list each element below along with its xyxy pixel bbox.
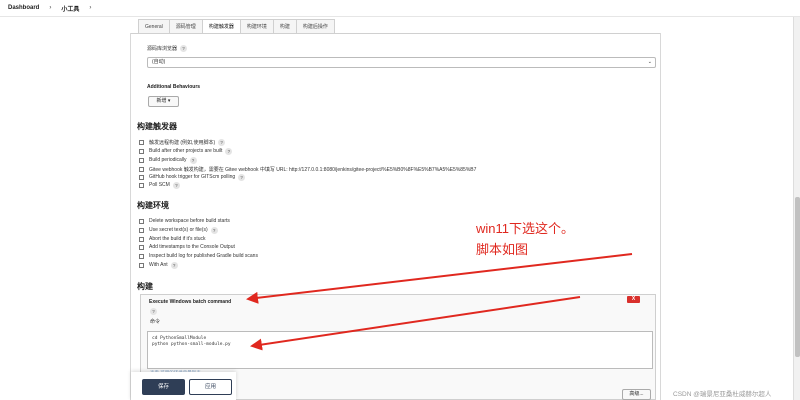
section-title-build-triggers: 构建触发器: [137, 122, 177, 131]
help-icon[interactable]: ?: [225, 147, 233, 155]
trigger-after-other-projects[interactable]: Build after other projects are built?: [139, 147, 233, 155]
breadcrumb-separator-icon: ›: [89, 5, 92, 11]
save-button[interactable]: 保存: [142, 379, 185, 395]
tab-build[interactable]: 构建: [272, 19, 297, 34]
page-scrollbar[interactable]: [793, 17, 800, 400]
scrollbar-thumb[interactable]: [795, 197, 800, 357]
section-title-build: 构建: [137, 282, 153, 291]
help-icon[interactable]: ?: [210, 226, 218, 234]
tab-scm[interactable]: 源码管理: [168, 19, 203, 34]
command-textarea[interactable]: cd PythonSmallModule python python-small…: [147, 331, 653, 369]
trigger-poll-scm[interactable]: Poll SCM?: [139, 181, 180, 189]
additional-behaviours-label: Additional Behaviours: [147, 84, 201, 90]
scm-browser-label: 源码库浏览器?: [147, 45, 188, 53]
breadcrumb-separator-icon: ›: [49, 5, 52, 11]
checkbox[interactable]: [139, 182, 144, 188]
env-with-ant[interactable]: With Ant?: [139, 261, 178, 269]
env-timestamps[interactable]: Add timestamps to the Console Output: [139, 243, 235, 251]
checkbox[interactable]: [139, 236, 144, 242]
checkbox[interactable]: [139, 166, 144, 172]
checkbox[interactable]: [139, 262, 144, 268]
trigger-gitee-webhook[interactable]: Gitee webhook 触发构建，需要在 Gitee webhook 中填写…: [139, 165, 476, 173]
checkbox[interactable]: [139, 227, 144, 233]
help-icon[interactable]: ?: [180, 45, 188, 53]
help-icon[interactable]: ?: [172, 181, 180, 189]
tab-post-build[interactable]: 构建后操作: [295, 19, 335, 34]
checkbox[interactable]: [139, 148, 144, 154]
checkbox[interactable]: [139, 174, 144, 180]
tab-divider: [130, 33, 661, 34]
checkbox[interactable]: [139, 244, 144, 250]
panel-border-right: [660, 33, 661, 400]
env-delete-workspace[interactable]: Delete workspace before build starts: [139, 217, 230, 225]
apply-button[interactable]: 应用: [189, 379, 232, 395]
breadcrumb-dashboard[interactable]: Dashboard: [8, 5, 39, 11]
breadcrumb-project[interactable]: 小工具: [61, 4, 79, 13]
env-abort-stuck[interactable]: Abort the build if it's stuck: [139, 235, 206, 243]
command-line: python python-small-module.py: [152, 342, 231, 347]
help-icon[interactable]: ?: [218, 138, 226, 146]
tab-general[interactable]: General: [138, 19, 170, 34]
help-icon[interactable]: ?: [150, 308, 157, 315]
checkbox[interactable]: [139, 218, 144, 224]
annotation-text: win11下选这个。 脚本如图: [476, 221, 575, 257]
delete-step-button[interactable]: X: [627, 296, 640, 303]
checkbox[interactable]: [139, 139, 144, 145]
tab-build-triggers[interactable]: 构建触发器: [201, 19, 241, 34]
section-title-build-environment: 构建环境: [137, 201, 169, 210]
scm-browser-select[interactable]: (自动) ⌄: [147, 57, 656, 68]
chevron-down-icon: ⌄: [647, 59, 652, 65]
trigger-remote[interactable]: 触发远程构建 (例如,使用脚本)?: [139, 138, 226, 146]
add-behaviour-button[interactable]: 新增 ▾: [148, 96, 179, 107]
advanced-button[interactable]: 高级...: [622, 389, 651, 400]
env-secret-text[interactable]: Use secret text(s) or file(s)?: [139, 226, 218, 234]
help-icon[interactable]: ?: [170, 261, 178, 269]
trigger-github-hook[interactable]: GitHub hook trigger for GITScm polling?: [139, 173, 246, 181]
help-icon[interactable]: ?: [238, 173, 246, 181]
help-icon[interactable]: ?: [189, 156, 197, 164]
build-step-title: Execute Windows batch command: [149, 299, 232, 305]
trigger-periodically[interactable]: Build periodically?: [139, 156, 197, 164]
checkbox[interactable]: [139, 253, 144, 259]
command-label: 命令: [150, 319, 161, 325]
checkbox[interactable]: [139, 157, 144, 163]
annotation-arrow-1: [246, 253, 633, 304]
top-breadcrumb-bar: Dashboard › 小工具 ›: [0, 0, 800, 17]
config-tabs: General 源码管理 构建触发器 构建环境 构建 构建后操作: [138, 19, 335, 34]
panel-border-left: [130, 33, 131, 400]
env-gradle-scans[interactable]: Inspect build log for published Gradle b…: [139, 252, 258, 260]
tab-build-environment[interactable]: 构建环境: [239, 19, 274, 34]
watermark: CSDN @瑞景尼亚桑杜威赫尔超人: [673, 391, 772, 398]
